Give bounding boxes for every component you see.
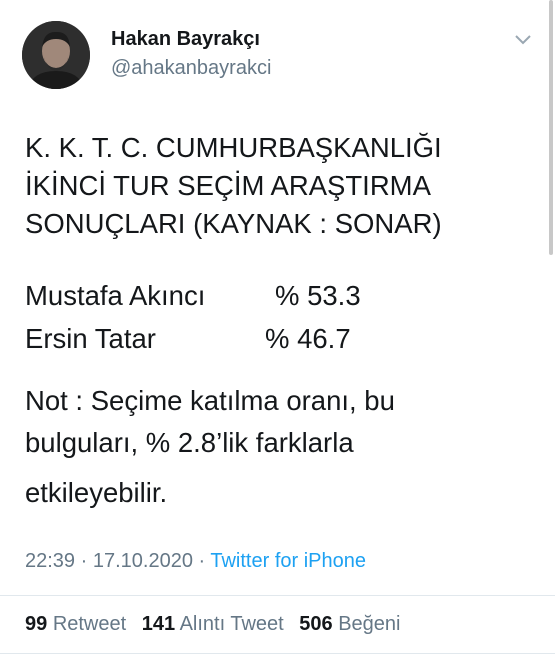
tweet-source-link[interactable]: Twitter for iPhone [210, 550, 366, 572]
retweets-label: Retweet [52, 613, 127, 635]
tweet-line-3: SONUÇLARI (KAYNAK : SONAR) [25, 208, 442, 239]
likes-stat[interactable]: 506 Beğeni [299, 613, 400, 635]
avatar[interactable] [22, 21, 90, 89]
candidate-name: Mustafa Akıncı [25, 280, 206, 311]
author-name[interactable]: Hakan Bayrakçı [111, 28, 260, 51]
scrollbar[interactable] [549, 0, 553, 255]
candidate-name: Ersin Tatar [25, 323, 156, 354]
candidate-percent: % 53.3 [275, 280, 361, 311]
note-line-1: Not : Seçime katılma oranı, bu [25, 385, 395, 416]
divider [0, 595, 555, 596]
meta-separator: · [75, 550, 93, 572]
likes-count: 506 [299, 613, 333, 635]
tweet-time[interactable]: 22:39 [25, 550, 75, 572]
tweet-stats: 99 Retweet 141 Alıntı Tweet 506 Beğeni [25, 613, 401, 636]
quotes-stat[interactable]: 141 Alıntı Tweet [142, 613, 284, 635]
meta-separator: · [192, 550, 211, 572]
note-line-2: bulguları, % 2.8’lik farklarla [25, 427, 354, 458]
candidate-percent: % 46.7 [265, 323, 351, 354]
tweet-meta: 22:39 · 17.10.2020 · Twitter for iPhone [25, 550, 366, 573]
note-line-3: etkileyebilir. [25, 477, 168, 508]
tweet-line-1: K. K. T. C. CUMHURBAŞKANLIĞI [25, 132, 442, 163]
divider [0, 653, 555, 654]
likes-label: Beğeni [338, 613, 401, 635]
quotes-count: 141 [141, 613, 176, 635]
author-handle[interactable]: @ahakanbayrakci [111, 57, 271, 80]
chevron-down-icon[interactable] [513, 32, 533, 46]
tweet-date[interactable]: 17.10.2020 [93, 550, 193, 572]
tweet-line-2: İKİNCİ TUR SEÇİM ARAŞTIRMA [25, 170, 431, 201]
quotes-label: Alıntı Tweet [179, 613, 284, 635]
retweets-stat[interactable]: 99 Retweet [25, 613, 126, 635]
retweets-count: 99 [25, 613, 48, 635]
